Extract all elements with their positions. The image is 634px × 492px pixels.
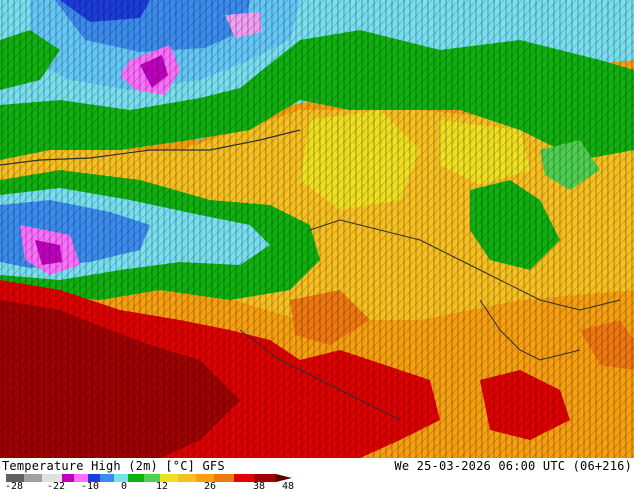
legend-tick: -10: [80, 481, 100, 492]
legend-tick: 26: [203, 481, 217, 492]
legend-tick: 12: [155, 481, 169, 492]
legend-tick: -28: [4, 481, 24, 492]
contour-hatch: [0, 0, 634, 458]
legend-tick: 38: [252, 481, 266, 492]
temperature-map-svg: [0, 0, 634, 458]
weather-map: [0, 0, 634, 458]
map-title: Temperature High (2m) [°C] GFS: [2, 459, 225, 473]
map-footer: Temperature High (2m) [°C] GFS We 25-03-…: [0, 458, 634, 492]
legend-tick: 48: [281, 481, 295, 492]
forecast-datetime: We 25-03-2026 06:00 UTC (06+216): [394, 459, 632, 473]
legend-tick: -22: [46, 481, 66, 492]
legend-tick: 0: [120, 481, 128, 492]
